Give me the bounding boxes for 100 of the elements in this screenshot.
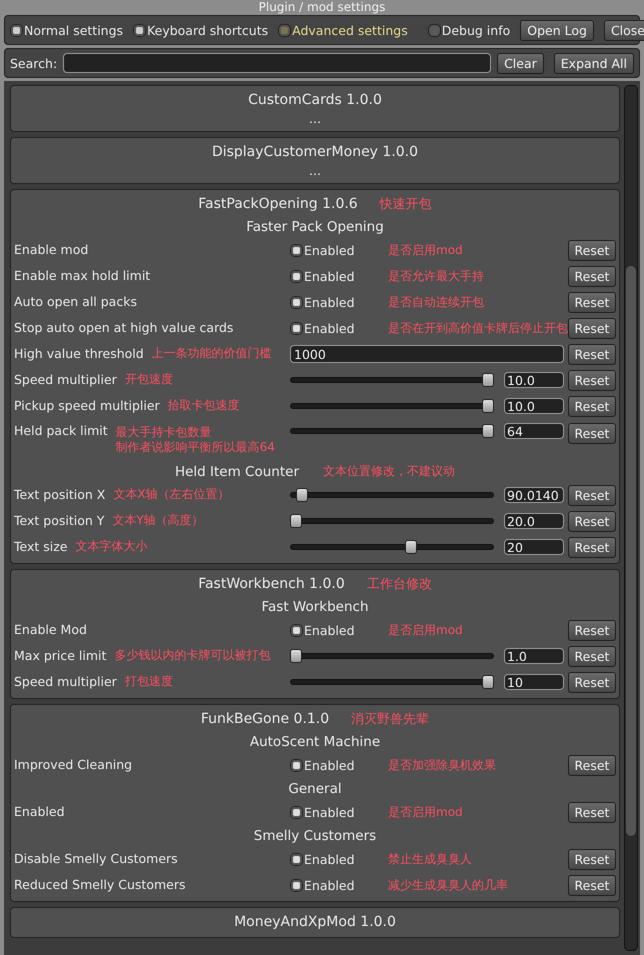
value-field[interactable]: 10 [504,674,564,690]
slider-track[interactable] [290,488,494,502]
group-heading: AutoScent Machine [250,734,380,750]
reset-button[interactable]: Reset [568,240,616,260]
annotation-text: 拾取卡包速度 [168,398,240,413]
slider-track[interactable] [290,424,494,438]
plugin-title[interactable]: DisplayCustomerMoney 1.0.0 [212,144,418,160]
reset-button[interactable]: Reset [568,510,616,532]
enabled-toggle[interactable]: Enabled [290,320,382,336]
annotation-text: 快速开包 [380,196,432,212]
settings-tab[interactable]: Advanced settings [278,22,412,38]
enabled-toggle[interactable]: Enabled [290,294,382,310]
reset-button[interactable]: Reset [568,484,616,506]
reset-button[interactable]: Reset [568,874,616,896]
slider-thumb[interactable] [296,488,308,502]
reset-button[interactable]: Reset [568,536,616,558]
value-field[interactable]: 1.0 [504,648,564,664]
debug-info-toggle[interactable]: Debug info [428,22,514,38]
settings-tab[interactable]: Keyboard shortcuts [133,22,272,38]
enabled-toggle[interactable]: Enabled [290,268,382,284]
annotation-text: 上一条功能的价值门槛 [152,346,272,361]
search-button[interactable]: Clear [497,52,544,74]
plugin-title[interactable]: MoneyAndXpMod 1.0.0 [234,914,396,930]
slider-thumb[interactable] [482,424,494,438]
setting-label: Disable Smelly Customers [14,851,178,866]
annotation-text: 文本X轴（左右位置） [113,487,230,502]
reset-button[interactable]: Reset [568,754,616,776]
enabled-toggle[interactable]: Enabled [290,622,382,638]
toolbar-button[interactable]: Close [604,20,644,40]
reset-button[interactable]: Reset [568,423,616,444]
search-label: Search: [10,56,58,70]
setting-label: Held pack limit [14,423,108,438]
setting-label: Pickup speed multiplier [14,398,160,413]
collapsed-ellipsis[interactable]: ... [14,112,616,128]
value-field[interactable]: 20 [504,539,564,555]
slider-thumb[interactable] [482,373,494,387]
annotation-text: 消灭野兽先辈 [351,712,430,726]
value-field[interactable]: 10.0 [504,398,564,414]
enabled-toggle[interactable]: Enabled [290,804,382,820]
annotation-text: 是否启用mod [388,242,463,258]
slider-track[interactable] [290,399,494,413]
reset-button[interactable]: Reset [568,646,616,666]
reset-button[interactable]: Reset [568,370,616,390]
annotation-text: 是否自动连续开包 [388,294,484,310]
reset-button[interactable]: Reset [568,802,616,822]
setting-label: Auto open all packs [14,294,137,309]
reset-button[interactable]: Reset [568,266,616,286]
reset-button[interactable]: Reset [568,620,616,640]
enabled-toggle[interactable]: Enabled [290,852,382,866]
annotation-text: 是否在开到高价值卡牌后停止开包 [388,320,568,336]
setting-label: Text size [14,539,68,554]
plugin-title[interactable]: FunkBeGone 0.1.0 [200,711,330,727]
plugin-title[interactable]: FastPackOpening 1.0.6 [198,196,358,212]
slider-thumb[interactable] [290,514,302,528]
reset-button[interactable]: Reset [568,344,616,364]
slider-thumb[interactable] [405,540,418,554]
slider-track[interactable] [290,540,494,554]
setting-label: Text position Y [14,513,104,528]
setting-label: Enable mod [14,242,88,257]
value-field[interactable]: 20.0 [504,513,564,529]
annotation-text: 最大手持卡包数量 [116,425,213,440]
scrollbar-thumb[interactable] [626,266,636,836]
setting-label: Speed multiplier [14,674,117,689]
reset-button[interactable]: Reset [568,292,616,312]
reset-button[interactable]: Reset [568,396,616,416]
reset-button[interactable]: Reset [568,318,616,338]
value-field[interactable]: 64 [504,423,564,439]
slider-track[interactable] [290,649,494,663]
value-field[interactable]: 1000 [290,345,564,363]
annotation-text: 减少生成臭臭人的几率 [388,878,508,892]
search-field[interactable] [63,53,492,73]
slider-track[interactable] [290,514,494,528]
search-button[interactable]: Expand All [554,52,634,74]
plugin-title[interactable]: FastWorkbench 1.0.0 [198,576,345,592]
annotation-text: 多少钱以内的卡牌可以被打包 [114,648,270,663]
enabled-toggle[interactable]: Enabled [290,758,382,772]
value-field[interactable]: 10.0 [504,372,564,388]
toolbar-button[interactable]: Open Log [520,20,594,40]
group-heading: Faster Pack Opening [246,218,384,234]
annotation-text: 是否允许最大手持 [388,268,484,284]
reset-button[interactable]: Reset [568,848,616,870]
plugin-title[interactable]: CustomCards 1.0.0 [248,92,382,108]
setting-label: Enable max hold limit [14,268,150,283]
value-field[interactable]: 90.0140 [504,487,564,503]
enabled-toggle[interactable]: Enabled [290,878,382,892]
reset-button[interactable]: Reset [568,672,616,692]
annotation-text: 打包速度 [124,674,173,689]
collapsed-ellipsis[interactable]: ... [14,164,616,180]
slider-thumb[interactable] [482,675,494,689]
setting-label: Text position X [14,487,106,502]
annotation-text: 禁止生成臭臭人 [388,852,472,866]
group-heading: Smelly Customers [254,828,376,844]
enabled-toggle[interactable]: Enabled [290,242,382,258]
slider-track[interactable] [290,675,494,689]
setting-label: Enabled [14,804,65,819]
slider-thumb[interactable] [482,399,494,413]
slider-thumb[interactable] [290,649,302,663]
settings-tab[interactable]: Normal settings [10,22,128,38]
scrollbar[interactable] [624,85,638,951]
slider-track[interactable] [290,373,494,387]
